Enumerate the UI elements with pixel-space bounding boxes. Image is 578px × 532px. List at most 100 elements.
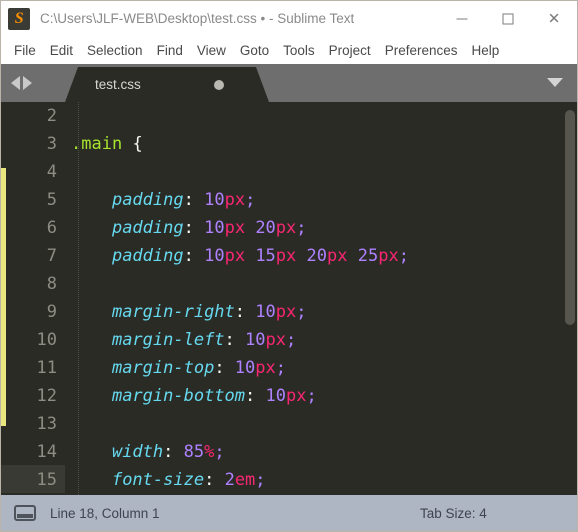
code-token: px — [224, 190, 246, 210]
code-line[interactable]: 12 margin-bottom: 10px; — [1, 382, 577, 410]
close-button[interactable]: ✕ — [531, 1, 577, 37]
code-token: 10 — [204, 246, 225, 266]
code-token: px — [378, 246, 399, 266]
line-number: 8 — [46, 274, 57, 294]
keyboard-icon[interactable] — [14, 505, 36, 521]
menu-item-tools[interactable]: Tools — [276, 37, 322, 64]
code-token: ; — [275, 358, 287, 378]
maximize-button[interactable] — [485, 1, 531, 37]
menu-item-preferences[interactable]: Preferences — [378, 37, 465, 64]
vertical-scrollbar-thumb[interactable] — [565, 110, 575, 325]
code-line[interactable]: 7 padding: 10px 15px 20px 25px; — [1, 242, 577, 270]
line-number: 12 — [36, 386, 57, 406]
title-bar: S C:\Users\JLF-WEB\Desktop\test.css • - … — [1, 1, 577, 37]
code-token: : — [214, 358, 235, 378]
code-token: ; — [214, 442, 225, 462]
code-line[interactable]: 13 — [1, 410, 577, 438]
window-title: C:\Users\JLF-WEB\Desktop\test.css • - Su… — [40, 11, 355, 26]
code-line[interactable]: 6 padding: 10px 20px; — [1, 214, 577, 242]
code-text: margin-left: 10px; — [71, 326, 296, 354]
code-content[interactable]: 2 3 .main {4 5 padding: 10px; 6 padding: 10p… — [1, 102, 577, 495]
code-token: : — [204, 470, 225, 490]
code-token: : — [245, 386, 266, 406]
menu-item-file[interactable]: File — [7, 37, 43, 64]
menu-item-view[interactable]: View — [190, 37, 233, 64]
menu-item-edit[interactable]: Edit — [43, 37, 80, 64]
code-token: 15 — [255, 246, 276, 266]
code-line[interactable]: 4 — [1, 158, 577, 186]
code-token: px — [224, 218, 246, 238]
line-number: 6 — [46, 218, 57, 238]
code-text: margin-top: 10px; — [71, 354, 286, 382]
code-token: px — [275, 302, 297, 322]
code-token: ; — [255, 470, 266, 490]
code-token: ; — [398, 246, 409, 266]
code-line[interactable]: 15 font-size: 2em; — [1, 466, 577, 494]
code-text: margin-bottom: 10px; — [71, 382, 317, 410]
minimize-icon — [456, 18, 468, 20]
maximize-icon — [502, 13, 514, 25]
menu-bar: File Edit Selection Find View Goto Tools… — [1, 37, 577, 64]
menu-item-selection[interactable]: Selection — [80, 37, 150, 64]
code-line[interactable]: 3 .main { — [1, 130, 577, 158]
nav-back-icon[interactable] — [11, 76, 20, 90]
tab-label: test.css — [95, 77, 141, 92]
code-line[interactable]: 9 margin-right: 10px; — [1, 298, 577, 326]
nav-forward-icon[interactable] — [23, 76, 32, 90]
code-token: margin-top — [111, 358, 215, 378]
code-token: 20 — [306, 246, 328, 266]
code-token: ; — [306, 386, 317, 406]
code-token: px — [265, 330, 286, 350]
menu-item-project[interactable]: Project — [322, 37, 378, 64]
code-token: 10 — [234, 358, 256, 378]
cursor-position-label[interactable]: Line 18, Column 1 — [50, 506, 160, 521]
code-text: width: 85%; — [71, 438, 225, 466]
code-line[interactable]: 11 margin-top: 10px; — [1, 354, 577, 382]
code-token: 25 — [357, 246, 379, 266]
close-icon: ✕ — [547, 9, 561, 28]
code-token: 10 — [255, 302, 276, 322]
code-token: padding — [111, 218, 184, 238]
code-token: padding — [111, 246, 184, 266]
menu-item-find[interactable]: Find — [150, 37, 190, 64]
code-token: 10 — [204, 190, 225, 210]
chevron-down-icon[interactable] — [547, 78, 563, 87]
code-text: font-size: 2em; — [71, 466, 266, 494]
code-token: : — [183, 218, 205, 238]
code-line[interactable]: 5 padding: 10px; — [1, 186, 577, 214]
menu-item-help[interactable]: Help — [465, 37, 507, 64]
code-token: : — [183, 246, 205, 266]
line-number: 14 — [36, 442, 57, 462]
tab-test-css[interactable]: test.css — [65, 67, 269, 102]
line-number: 7 — [46, 246, 57, 266]
code-token: 10 — [265, 386, 286, 406]
menu-item-goto[interactable]: Goto — [233, 37, 276, 64]
code-token: : — [224, 330, 246, 350]
code-token: 10 — [204, 218, 225, 238]
window-controls: ✕ — [439, 1, 577, 37]
code-line[interactable]: 10 margin-left: 10px; — [1, 326, 577, 354]
code-line[interactable]: 8 — [1, 270, 577, 298]
code-line[interactable]: 14 width: 85%; — [1, 438, 577, 466]
code-token: : — [234, 302, 256, 322]
editor-pane[interactable]: 2 3 .main {4 5 padding: 10px; 6 padding: 10p… — [1, 102, 577, 495]
minimize-button[interactable] — [439, 1, 485, 37]
sublime-text-logo-icon: S — [8, 8, 30, 30]
tab-size-label[interactable]: Tab Size: 4 — [420, 506, 487, 521]
line-number: 2 — [46, 106, 57, 126]
code-token: 20 — [255, 218, 276, 238]
code-line[interactable]: 2 — [1, 102, 577, 130]
vertical-scrollbar[interactable] — [563, 102, 577, 495]
code-token: px — [275, 246, 297, 266]
code-token: width — [111, 442, 164, 462]
tab-modified-indicator-icon[interactable] — [214, 80, 224, 90]
code-token: px — [285, 386, 307, 406]
line-number: 11 — [36, 358, 57, 378]
code-token: 10 — [245, 330, 266, 350]
